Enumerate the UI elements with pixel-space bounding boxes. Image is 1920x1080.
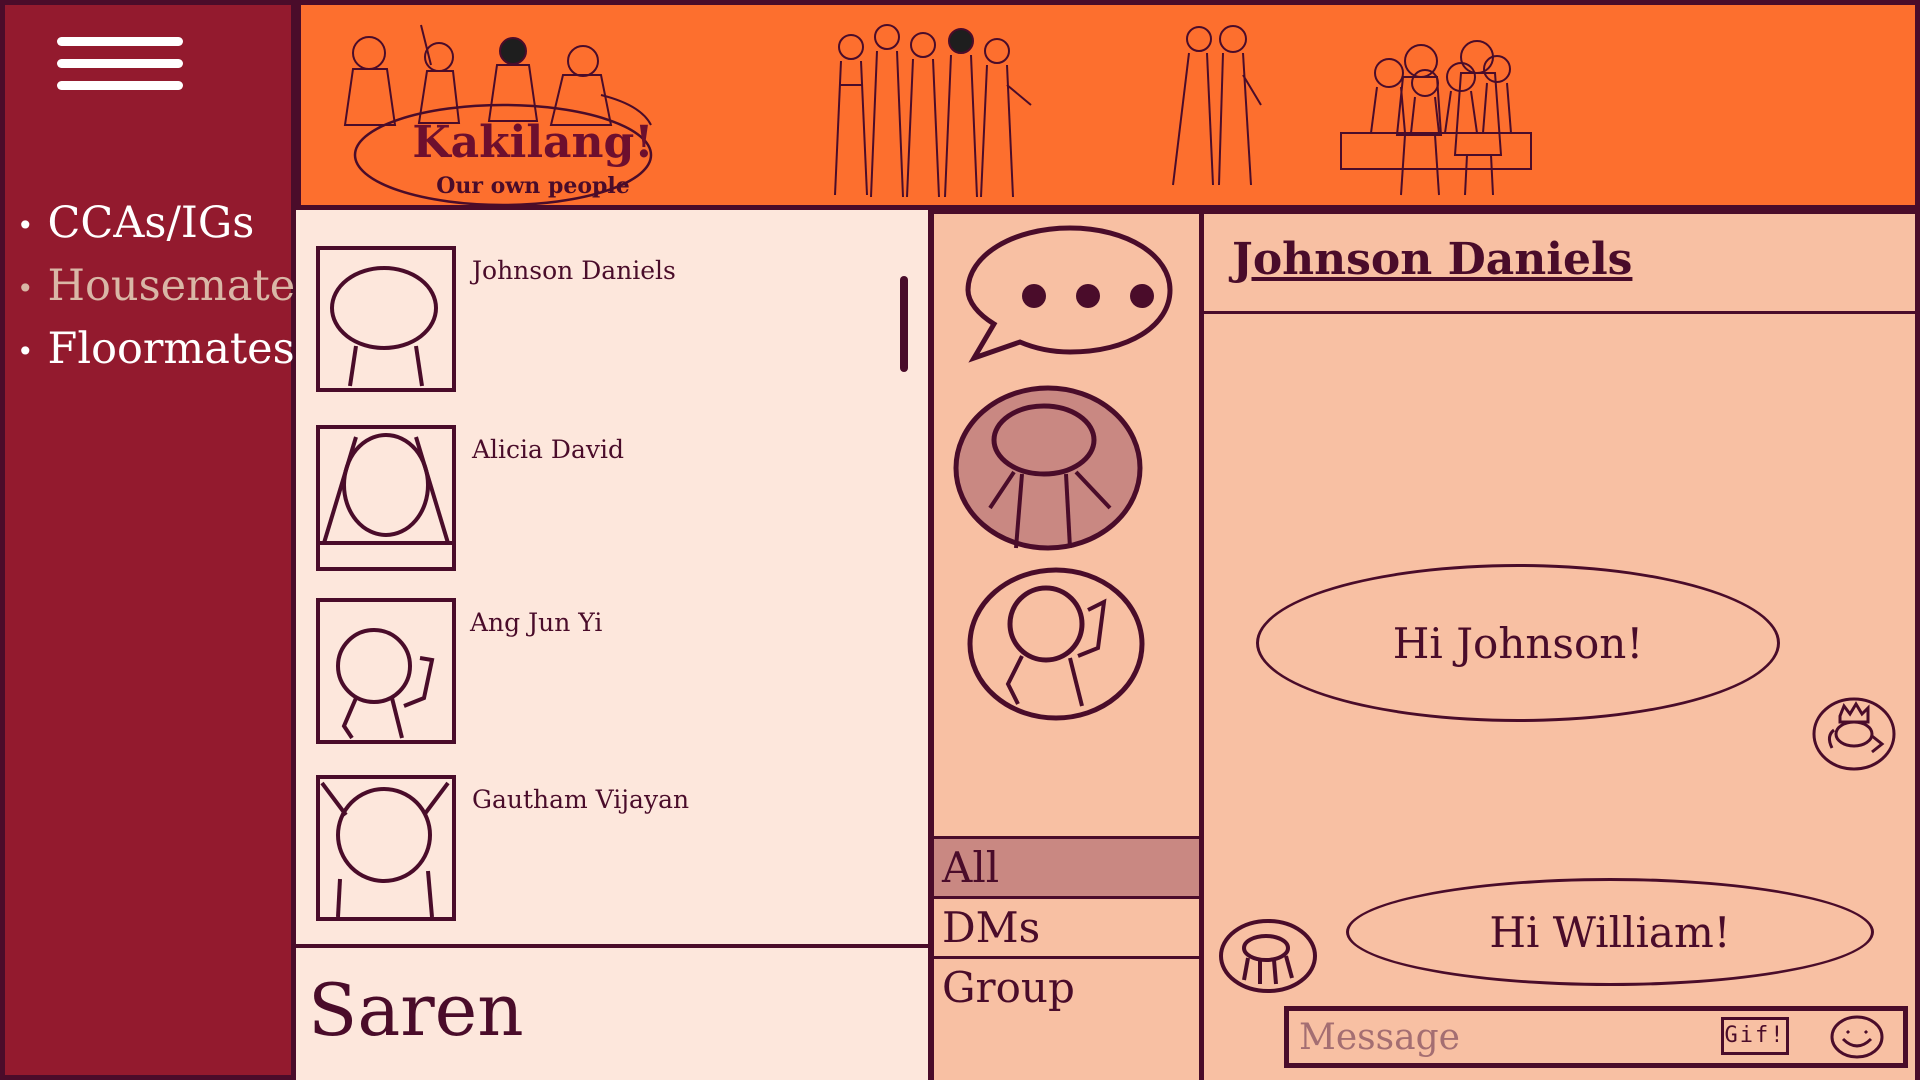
message-composer: Gif! [1284, 1006, 1908, 1068]
contact-list: Johnson Daniels Alicia David Ang Jun Yi [296, 210, 928, 946]
filter-group[interactable]: Group [934, 956, 1199, 1016]
contact-name: Alicia David [472, 435, 624, 464]
message-bubble-received: Hi William! [1346, 878, 1874, 986]
avatar-ang-icon[interactable] [966, 566, 1150, 724]
brand-subtitle: Our own people [436, 173, 630, 199]
avatar-icon [316, 598, 456, 744]
hamburger-menu-icon[interactable] [57, 37, 183, 91]
people-group-2-illustration [834, 24, 1032, 198]
message-bubble-sent: Hi Johnson! [1256, 564, 1780, 722]
contact-name: Johnson Daniels [472, 256, 676, 285]
contact-list-scrollbar[interactable] [900, 276, 908, 372]
header-banner: Kakilang! Our own people [296, 0, 1920, 210]
smiley-icon[interactable] [1829, 1013, 1885, 1061]
chat-filters: All DMs Group [934, 836, 1199, 1016]
message-text: Hi Johnson! [1392, 618, 1644, 668]
avatar-selected-icon[interactable] [950, 384, 1146, 554]
chat-title[interactable]: Johnson Daniels [1232, 234, 1632, 285]
sidebar-item-housemates[interactable]: • Housemates [17, 256, 317, 319]
group-label-bar: Saren [296, 944, 928, 1080]
sidebar-item-ccas[interactable]: • CCAs/IGs [17, 193, 317, 256]
people-group-1-illustration [343, 24, 652, 126]
crown-avatar-icon [1812, 697, 1896, 771]
sidebar-nav: • CCAs/IGs • Housemates • Floormates [17, 193, 317, 382]
chat-window: Johnson Daniels Hi Johnson! Hi William! … [1204, 210, 1920, 1080]
chat-header: Johnson Daniels [1204, 214, 1915, 314]
brand-title: Kakilang! [412, 117, 654, 168]
people-group-3-illustration [1172, 25, 1262, 186]
group-label: Saren [308, 968, 524, 1052]
sidebar-item-label: CCAs/IGs [47, 198, 255, 248]
contact-item-johnson[interactable]: Johnson Daniels [316, 246, 916, 396]
message-input[interactable] [1299, 1015, 1699, 1059]
chat-type-column: All DMs Group [934, 210, 1204, 1080]
avatar-icon [316, 246, 456, 392]
contact-item-alicia[interactable]: Alicia David [316, 425, 916, 575]
contact-item-gautham[interactable]: Gautham Vijayan [316, 775, 916, 925]
avatar-icon [316, 775, 456, 921]
sidebar-item-floormates[interactable]: • Floormates [17, 319, 317, 382]
message-text: Hi William! [1489, 907, 1731, 957]
sidebar: • CCAs/IGs • Housemates • Floormates [0, 0, 317, 1080]
contact-name: Gautham Vijayan [472, 785, 690, 814]
speech-bubble-icon[interactable] [958, 220, 1174, 370]
gif-button[interactable]: Gif! [1721, 1017, 1789, 1055]
contacts-panel: Johnson Daniels Alicia David Ang Jun Yi [296, 210, 934, 1080]
filter-dms[interactable]: DMs [934, 896, 1199, 956]
contact-item-ang[interactable]: Ang Jun Yi [316, 598, 916, 748]
filter-all[interactable]: All [934, 836, 1199, 896]
contact-name: Ang Jun Yi [470, 608, 603, 637]
sender-avatar-icon [1219, 919, 1317, 993]
sidebar-item-label: Floormates [47, 324, 295, 374]
avatar-icon [316, 425, 456, 571]
sidebar-item-label: Housemates [47, 261, 318, 311]
